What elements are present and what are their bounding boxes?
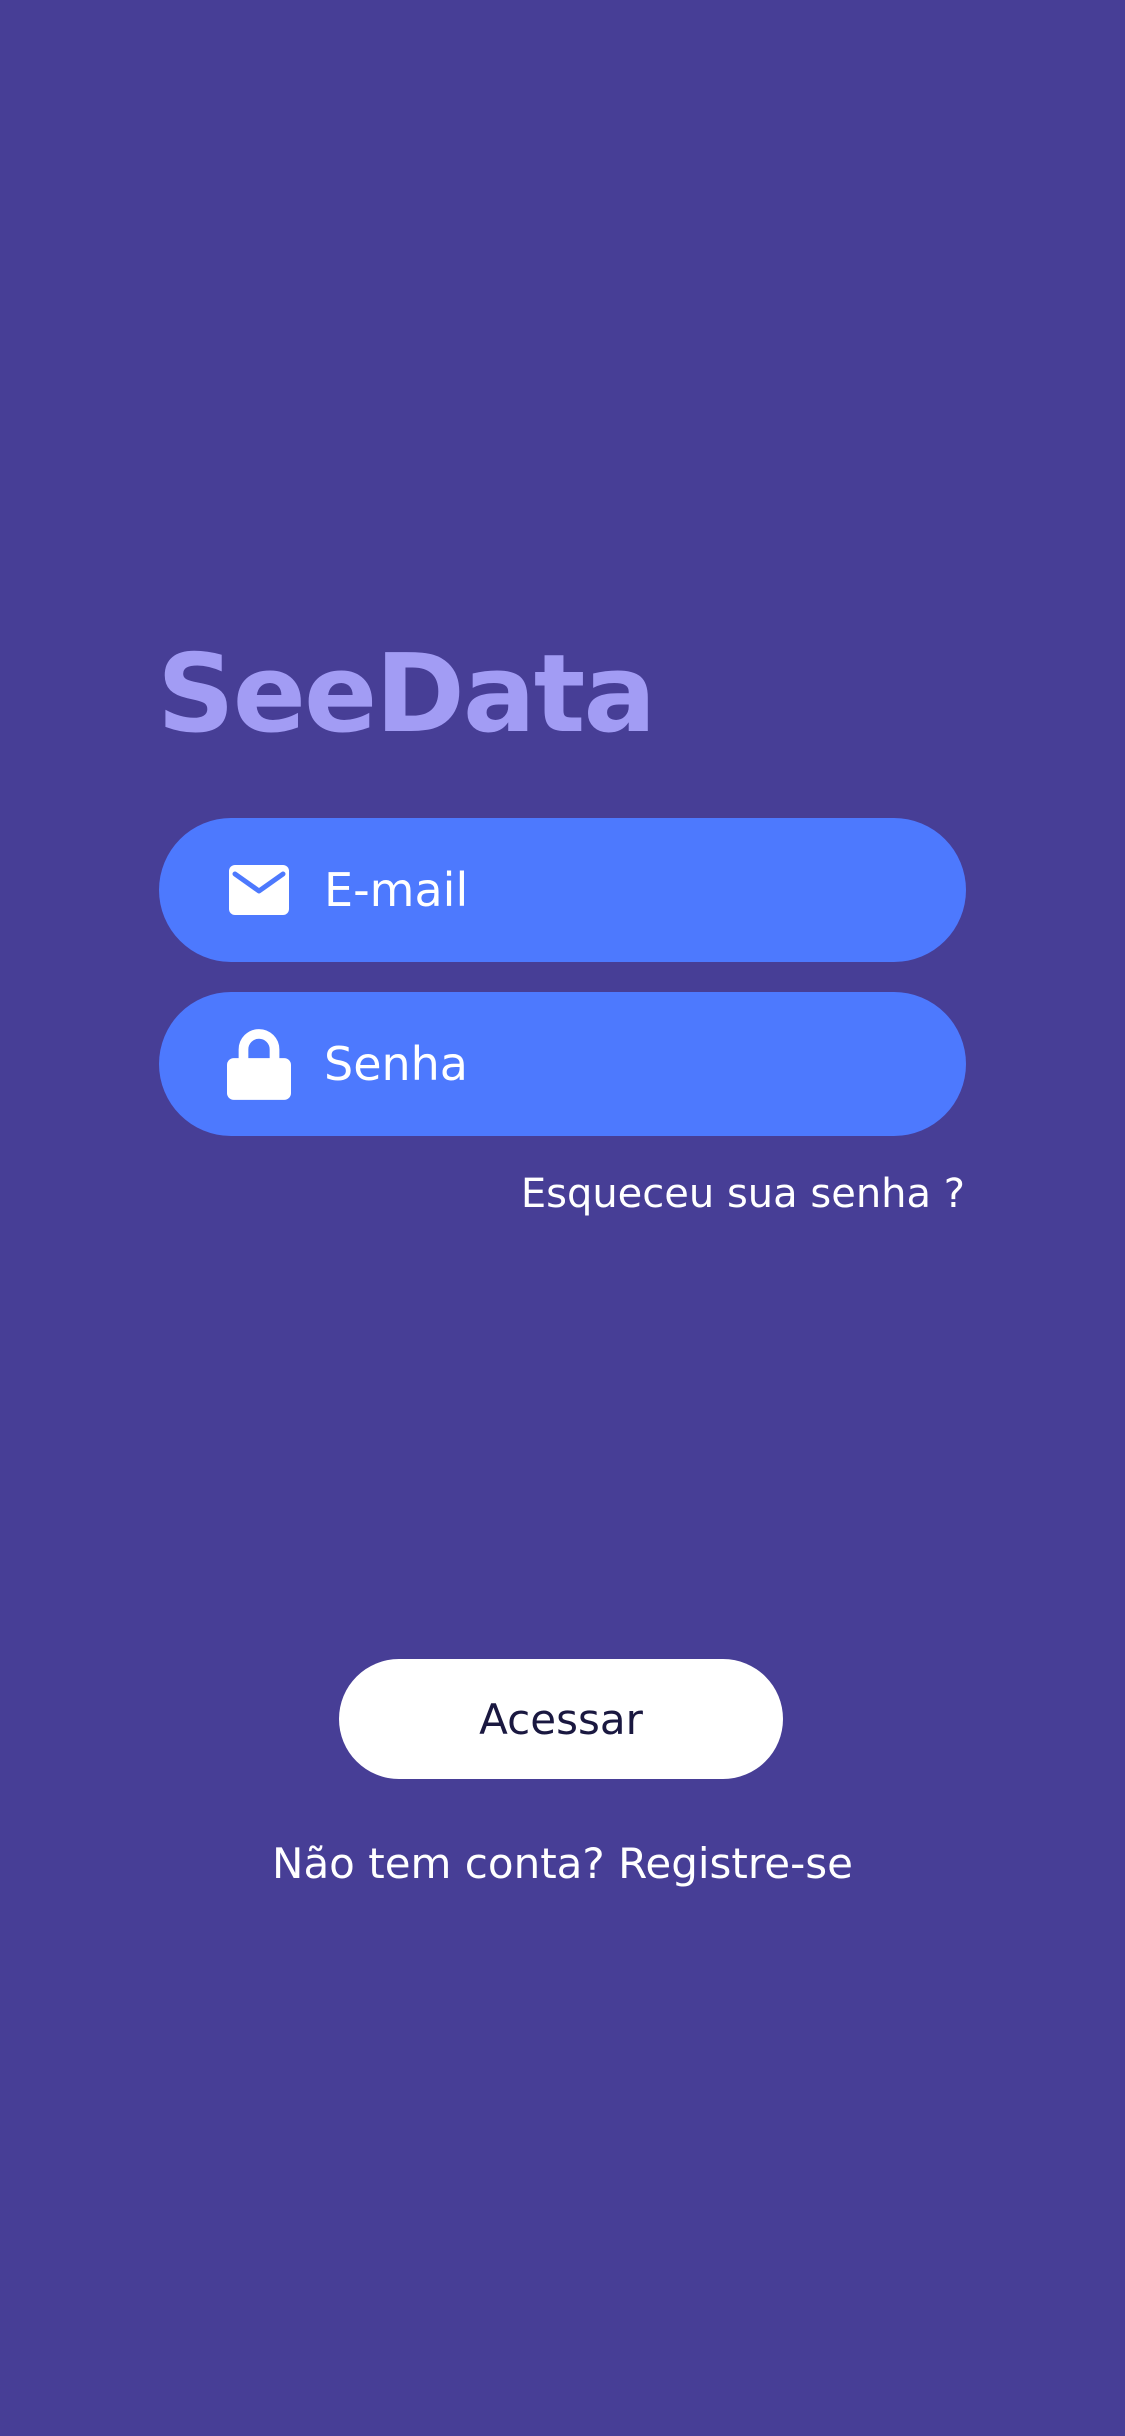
forgot-password-link[interactable]: Esqueceu sua senha ?: [521, 1166, 965, 1222]
register-link[interactable]: Registre-se: [618, 1839, 853, 1888]
lock-icon: [227, 992, 291, 1136]
app-logo-title: SeeData: [157, 632, 656, 757]
email-field-container[interactable]: [159, 818, 966, 962]
password-field-container[interactable]: [159, 992, 966, 1136]
password-input[interactable]: [324, 992, 914, 1136]
register-prompt: Não tem conta? Registre-se: [0, 1834, 1125, 1894]
access-button[interactable]: Acessar: [339, 1659, 783, 1779]
no-account-text: Não tem conta?: [272, 1839, 605, 1888]
envelope-icon: [227, 818, 291, 962]
email-input[interactable]: [324, 818, 914, 962]
